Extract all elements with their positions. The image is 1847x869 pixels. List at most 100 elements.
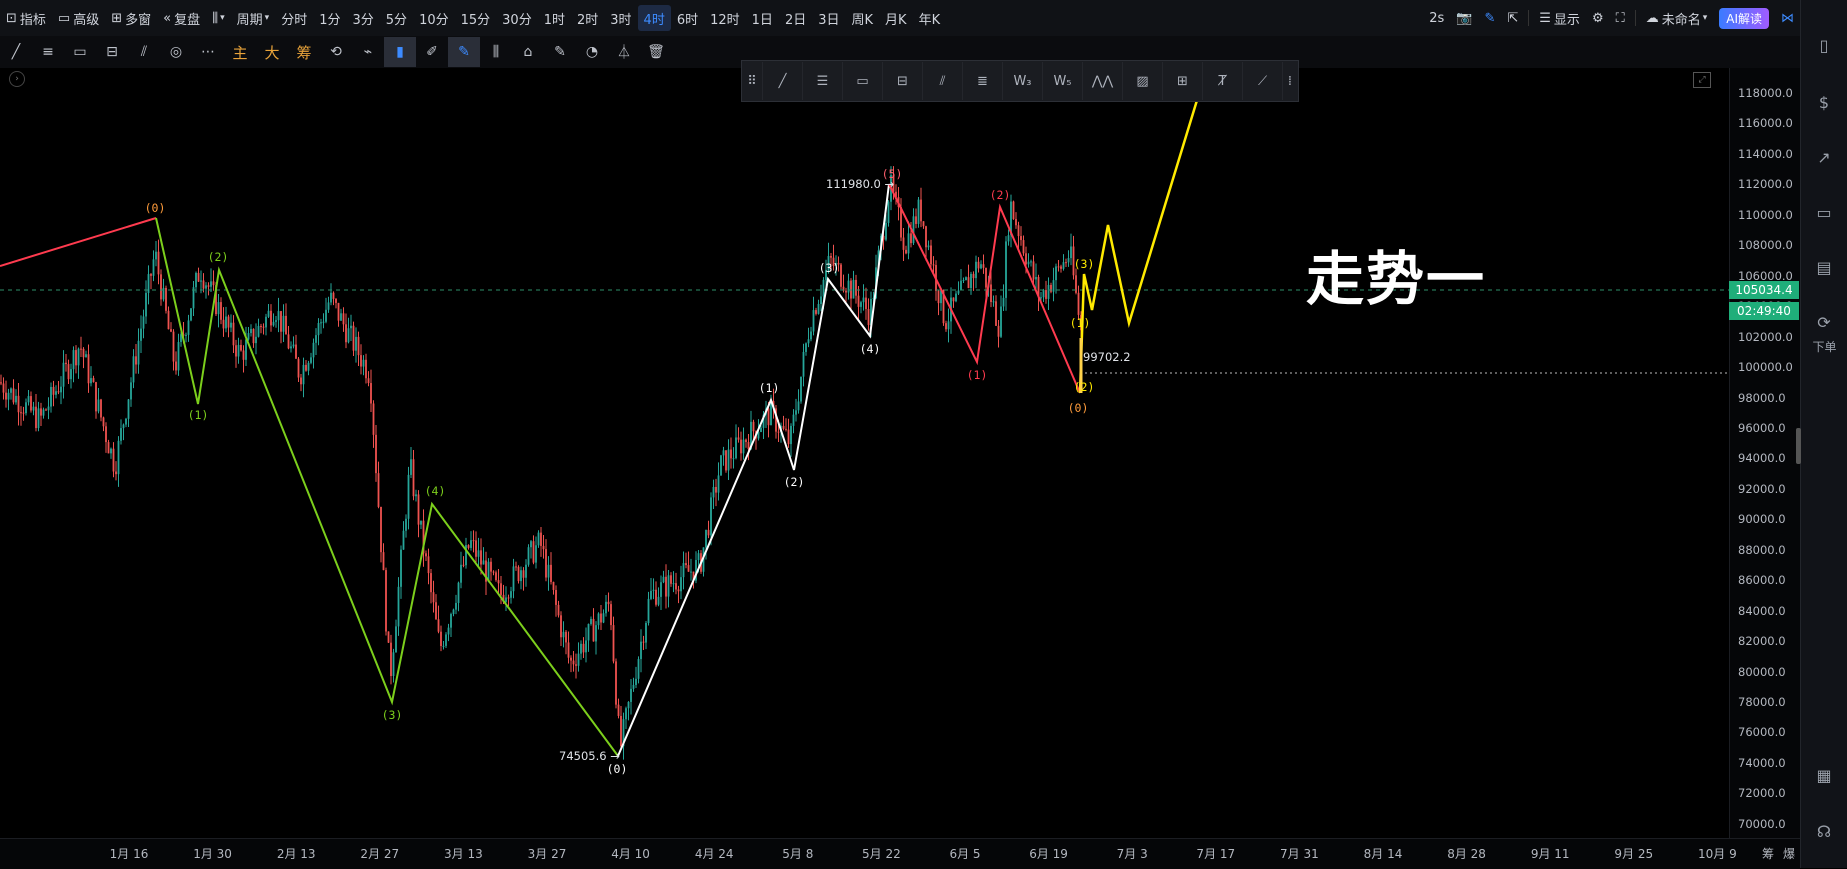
period-year[interactable]: 年K — [913, 5, 947, 31]
period-4h[interactable]: 4时 — [637, 5, 671, 31]
headset-icon[interactable]: ☊ — [1814, 822, 1834, 842]
big-order-button[interactable]: 大 — [256, 37, 288, 67]
hline-tool-icon[interactable]: ☰ — [803, 62, 843, 100]
candle-body — [922, 221, 925, 227]
candle-body — [682, 563, 685, 578]
gear-icon[interactable]: ⚙ — [1586, 5, 1610, 31]
candle-body — [1047, 284, 1050, 299]
period-dropdown[interactable]: 周期 ▾ — [231, 5, 276, 31]
wave3-tool-icon[interactable]: W₃ — [1003, 62, 1043, 100]
y-tick-label: 96000.0 — [1738, 420, 1786, 435]
camera-icon[interactable]: 📷 — [1450, 5, 1478, 31]
candle-body — [322, 321, 325, 323]
ai-interpret-button[interactable]: AI解读 — [1713, 5, 1775, 31]
period-2d[interactable]: 2日 — [779, 5, 812, 31]
rect-tool-icon[interactable]: ▭ — [843, 62, 883, 100]
measure-tool-icon[interactable]: ⟋ — [1243, 62, 1283, 100]
chip-distribution-button[interactable]: 筹 — [288, 37, 320, 67]
trash-icon[interactable]: 🗑 — [640, 37, 672, 67]
collapse-arrow-icon[interactable]: › — [9, 71, 25, 87]
share-icon[interactable]: ⋈ — [1775, 5, 1800, 31]
magnet-icon[interactable]: ⌁ — [352, 37, 384, 67]
period-30m[interactable]: 30分 — [496, 5, 538, 31]
period-1h[interactable]: 1时 — [538, 5, 571, 31]
filter-icon[interactable]: ⏃ — [608, 37, 640, 67]
layout-name-dropdown[interactable]: ☁ 未命名 ▾ — [1640, 5, 1714, 31]
image-tool-icon[interactable]: ▨ — [1123, 62, 1163, 100]
pen-icon[interactable]: ✎ — [1478, 5, 1501, 31]
period-week[interactable]: 周K — [846, 5, 880, 31]
fib-tool-icon[interactable]: ≣ — [963, 62, 1003, 100]
monitor-icon[interactable]: ▭ — [1814, 203, 1834, 223]
candle-body — [647, 598, 650, 623]
replay-button[interactable]: «复盘 — [157, 5, 206, 31]
dollar-icon[interactable]: $ — [1814, 93, 1834, 113]
fullscreen-icon[interactable]: ⛶ — [1610, 5, 1631, 31]
y-tick-label: 80000.0 — [1738, 664, 1786, 679]
price-axis[interactable]: 118000.0 116000.0 114000.0 112000.0 110000.0… — [1729, 68, 1800, 838]
horizontal-lines-icon[interactable]: ≡ — [32, 37, 64, 67]
trend-icon[interactable]: ↗ — [1814, 148, 1834, 168]
add-tool-icon[interactable]: ⊞ — [1163, 62, 1203, 100]
document-icon[interactable]: ▯ — [1814, 36, 1834, 56]
period-month[interactable]: 月K — [879, 5, 913, 31]
period-1m[interactable]: 1分 — [313, 5, 346, 31]
ruler-icon[interactable]: ✐ — [416, 37, 448, 67]
eye-icon[interactable]: ◔ — [576, 37, 608, 67]
bookmark-icon[interactable]: ▮ — [384, 37, 416, 67]
period-1d[interactable]: 1日 — [746, 5, 779, 31]
drag-handle-icon[interactable]: ⠿ — [742, 62, 763, 100]
scroll-handle[interactable] — [1796, 428, 1801, 464]
channel-tool-icon[interactable]: ⫽ — [923, 62, 963, 100]
period-15m[interactable]: 15分 — [455, 5, 497, 31]
candle-body — [960, 280, 962, 291]
period-3m[interactable]: 3分 — [347, 5, 380, 31]
trend-line-icon[interactable]: ╱ — [0, 37, 32, 67]
maximize-icon[interactable]: ⤢ — [1693, 72, 1711, 88]
chart-type-dropdown[interactable]: ⫼ ▾ — [206, 5, 231, 31]
measure-icon[interactable]: ⊟ — [96, 37, 128, 67]
candle-body — [392, 652, 395, 676]
fibonacci-circle-icon[interactable]: ◎ — [160, 37, 192, 67]
period-3h[interactable]: 3时 — [604, 5, 637, 31]
order-label: 下单 — [1812, 340, 1837, 354]
multi-window-button[interactable]: ⊞ 多窗 — [105, 5, 157, 31]
main-chip-button[interactable]: 主 — [224, 37, 256, 67]
period-timeline[interactable]: 分时 — [275, 5, 313, 31]
order-icon[interactable]: ⟳ — [1814, 313, 1834, 333]
text-tool-icon[interactable]: Ⱦ — [1203, 62, 1243, 100]
collapse-handle-icon[interactable]: ⁞ — [1283, 62, 1297, 100]
pattern-tool-icon[interactable]: ⋀⋀ — [1083, 62, 1123, 100]
period-2h[interactable]: 2时 — [571, 5, 604, 31]
rectangle-icon[interactable]: ▭ — [64, 37, 96, 67]
draw-mode-icon[interactable]: ✎ — [448, 37, 480, 67]
period-5m[interactable]: 5分 — [380, 5, 413, 31]
parallel-channel-icon[interactable]: ⫽ — [128, 37, 160, 67]
wave5-tool-icon[interactable]: W₅ — [1043, 62, 1083, 100]
candle-body — [1030, 261, 1032, 263]
advanced-button[interactable]: ▭ 高级 — [52, 5, 105, 31]
candle-body — [212, 281, 215, 286]
refresh-interval[interactable]: 2s — [1423, 5, 1450, 31]
layout-icon[interactable]: ▦ — [1814, 766, 1834, 786]
range-tool-icon[interactable]: ⊟ — [883, 62, 923, 100]
candle-toggle-icon[interactable]: ⫼ — [480, 37, 512, 67]
export-icon[interactable]: ⇱ — [1501, 5, 1524, 31]
period-3d[interactable]: 3日 — [812, 5, 845, 31]
line-tool-icon[interactable]: ╱ — [763, 62, 803, 100]
period-10m[interactable]: 10分 — [413, 5, 455, 31]
period-6h[interactable]: 6时 — [671, 5, 704, 31]
more-icon[interactable]: ⋯ — [192, 37, 224, 67]
lock-icon[interactable]: ⌂ — [512, 37, 544, 67]
edit-template-icon[interactable]: ✎ — [544, 37, 576, 67]
period-12h[interactable]: 12时 — [704, 5, 746, 31]
indicator-button[interactable]: ⊡ 指标 — [0, 5, 52, 31]
candle-body — [385, 570, 387, 632]
sync-icon[interactable]: ⟲ — [320, 37, 352, 67]
display-button[interactable]: ☰ 显示 — [1533, 5, 1586, 31]
time-axis[interactable]: 筹 爆 1月 16 1月 30 2月 13 2月 27 3月 13 3月 27 4月 10 4… — [0, 838, 1800, 869]
candle-body — [395, 626, 397, 653]
candle-body — [717, 475, 720, 493]
cards-icon[interactable]: ▤ — [1814, 258, 1834, 278]
candle-body — [822, 279, 825, 297]
